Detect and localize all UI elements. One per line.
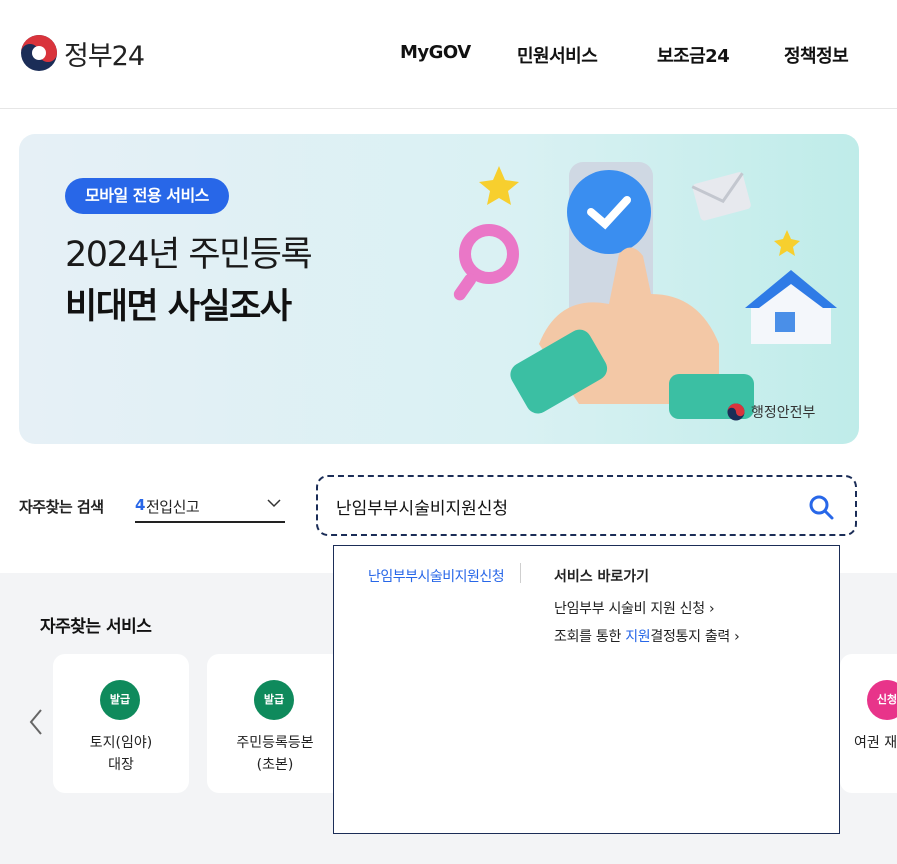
header: 정부24 MyGOV 민원서비스 보조금24 정책정보 <box>0 0 897 109</box>
select-value: 전입신고 <box>146 498 200 516</box>
mobile-service-badge: 모바일 전용 서비스 <box>65 178 229 214</box>
chevron-left-icon[interactable] <box>28 708 44 736</box>
search-icon[interactable] <box>806 492 836 522</box>
apply-badge: 신청 <box>867 680 897 720</box>
banner-title-line1: 2024년 주민등록 <box>65 235 313 275</box>
shortcut-title: 서비스 바로가기 <box>554 569 650 585</box>
banner-illustration <box>453 162 837 419</box>
issue-badge: 발급 <box>254 680 294 720</box>
divider <box>520 563 521 583</box>
logo-text: 정부24 <box>64 40 145 72</box>
taegeuk-logo-icon <box>21 35 57 71</box>
autocomplete-dropdown: 난임부부시술비지원신청 서비스 바로가기 난임부부 시술비 지원 신청 › 조회… <box>333 545 840 834</box>
service-name-line2: (초본) <box>256 757 294 773</box>
ministry-label: 행정안전부 <box>727 402 815 422</box>
star-icon <box>479 166 519 205</box>
envelope-icon <box>691 172 751 221</box>
shortcut-item-infertility-support[interactable]: 난임부부 시술비 지원 신청 › <box>554 598 715 618</box>
house-icon <box>745 270 837 344</box>
shortcut-item-text-pre: 조회를 통한 <box>554 629 626 645</box>
search-input[interactable] <box>336 493 776 519</box>
popular-search-select[interactable]: 4 전입신고 <box>135 490 285 523</box>
service-name: 여권 재 <box>854 735 897 751</box>
chevron-down-icon <box>267 499 281 508</box>
logo[interactable]: 정부24 <box>20 34 145 72</box>
service-card-resident-register[interactable]: 발급 주민등록등본 (초본) <box>207 654 343 793</box>
star-small-icon <box>774 230 800 256</box>
service-card-land-register[interactable]: 발급 토지(임야) 대장 <box>53 654 189 793</box>
ministry-logo-icon <box>727 403 745 421</box>
shortcut-item-keyword: 지원 <box>625 629 651 645</box>
service-name-line1: 주민등록등본 <box>236 735 314 751</box>
nav-civil-service[interactable]: 민원서비스 <box>517 42 598 68</box>
shortcut-item-text-post: 결정통지 출력 › <box>650 629 740 645</box>
nav-mygov[interactable]: MyGOV <box>400 42 471 63</box>
service-card-passport[interactable]: 신청 여권 재 <box>840 654 897 793</box>
service-name: 토지(임야) 대장 <box>53 732 189 776</box>
promo-banner[interactable]: 모바일 전용 서비스 2024년 주민등록 비대면 사실조사 행정안전부 <box>19 134 859 444</box>
magnifier-icon <box>453 224 519 301</box>
select-rank: 4 <box>135 496 146 514</box>
check-icon <box>567 170 651 254</box>
issue-badge: 발급 <box>100 680 140 720</box>
shortcut-item-decision-notice[interactable]: 조회를 통한 지원결정통지 출력 › <box>554 626 740 646</box>
service-name-line2: 대장 <box>108 757 134 773</box>
ministry-text: 행정안전부 <box>751 405 816 421</box>
suggestion-keyword[interactable]: 난임부부시술비지원신청 <box>368 566 505 586</box>
nav-policy-info[interactable]: 정책정보 <box>784 42 849 68</box>
service-name: 주민등록등본 (초본) <box>207 732 343 776</box>
service-name-line1: 토지(임야) <box>89 735 153 751</box>
search-box <box>316 475 857 536</box>
nav-subsidy24[interactable]: 보조금24 <box>657 42 730 68</box>
banner-title-line2: 비대면 사실조사 <box>65 287 292 327</box>
search-label: 자주찾는 검색 <box>19 498 104 516</box>
favorites-title: 자주찾는 서비스 <box>40 617 152 637</box>
